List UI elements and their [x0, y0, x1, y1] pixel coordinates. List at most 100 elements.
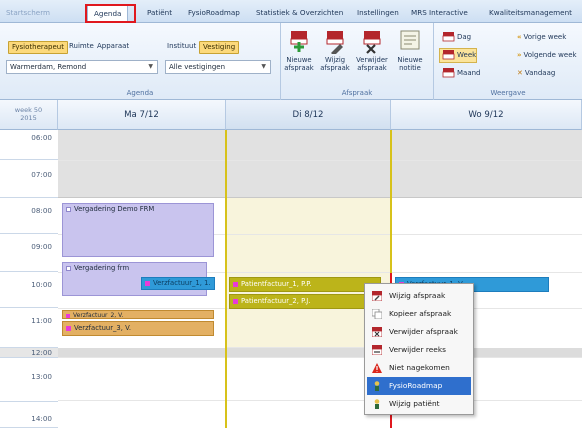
day-header-monday[interactable]: Ma 7/12	[58, 100, 226, 130]
appointment-marker-icon	[145, 280, 150, 286]
delete-appointment-button[interactable]: Verwijder afspraak	[355, 28, 389, 80]
ribbon-group-agenda: Fysiotherapeut Ruimte Apparaat Instituut…	[0, 23, 281, 100]
menu-item-not-attended[interactable]: Niet nagekomen	[367, 359, 471, 377]
menu-item-edit-patient[interactable]: Wijzig patiënt	[367, 395, 471, 413]
tab-kwaliteitsmanagement[interactable]: Kwaliteitsmanagement	[489, 6, 572, 23]
view-month-label: Maand	[457, 69, 481, 77]
menu-item-fysioroadmap[interactable]: FysioRoadmap	[367, 377, 471, 395]
location-select[interactable]: Alle vestigingen ▼	[165, 60, 271, 74]
chevron-down-icon: ▼	[148, 63, 153, 70]
edit-appointment-button[interactable]: Wijzig afspraak	[318, 28, 352, 80]
appointment-title: Verzfactuur_1, 1.	[153, 279, 211, 287]
view-week-label: Week	[457, 51, 477, 59]
menu-item-delete-appointment[interactable]: Verwijder afspraak	[367, 323, 471, 341]
filter-ruimte[interactable]: Ruimte	[69, 42, 94, 50]
appointment[interactable]: Verzfactuur_3, V.	[62, 321, 214, 336]
therapist-select[interactable]: Warmerdam, Remond ▼	[6, 60, 158, 74]
appointment-marker-icon	[66, 265, 71, 271]
ribbon-tab-bar: Startscherm Agenda Patiënt FysioRoadmap …	[0, 0, 582, 23]
day-header-wednesday[interactable]: Wo 9/12	[391, 100, 582, 130]
location-select-value: Alle vestigingen	[169, 63, 226, 71]
menu-item-label: Kopieer afspraak	[389, 309, 452, 318]
appointment-title: Patientfactuur_2, P.J.	[241, 297, 311, 305]
new-note-line1: Nieuwe	[397, 56, 423, 64]
copy-icon	[372, 309, 382, 319]
double-chevron-left-icon: «	[517, 33, 522, 41]
appointment[interactable]: Verzfactuur_1, 1.	[141, 277, 215, 290]
appointment-title: Vergadering Demo FRM	[74, 205, 155, 213]
filter-vestiging-chip[interactable]: Vestiging	[199, 41, 240, 54]
view-week-button[interactable]: Week	[439, 48, 478, 63]
today-button[interactable]: ✕ Vandaag	[514, 66, 556, 81]
tab-statistiek[interactable]: Statistiek & Overzichten	[256, 6, 343, 23]
tab-mrs-interactive[interactable]: MRS Interactive	[411, 6, 468, 23]
menu-item-delete-series[interactable]: Verwijder reeks	[367, 341, 471, 359]
next-week-button[interactable]: » Volgende week	[514, 48, 578, 63]
menu-item-copy-appointment[interactable]: Kopieer afspraak	[367, 305, 471, 323]
tab-instellingen[interactable]: Instellingen	[357, 6, 399, 23]
week-calendar: week 50 2015 Ma 7/12 Di 8/12 Wo 9/12 06:…	[0, 100, 582, 428]
menu-item-label: FysioRoadmap	[389, 381, 443, 390]
time-label: 14:00	[0, 402, 58, 428]
previous-week-label: Vorige week	[523, 33, 567, 41]
filter-apparaat[interactable]: Apparaat	[97, 42, 129, 50]
appointment-marker-icon	[233, 298, 238, 304]
tab-startscherm[interactable]: Startscherm	[6, 6, 50, 23]
ribbon-group-afspraak: Nieuwe afspraak Wijzig afspraak Verwijde…	[281, 23, 434, 100]
appointment[interactable]: Verzfactuur_2, V.	[62, 310, 214, 319]
calendar-month-icon	[442, 68, 455, 78]
appointment[interactable]: Patientfactuur_1, P.P.	[229, 277, 381, 292]
ribbon-group-label-agenda: Agenda	[126, 89, 154, 97]
view-day-label: Dag	[457, 33, 472, 41]
time-label: 09:00	[0, 234, 58, 272]
appointment[interactable]: Patientfactuur_2, P.J.	[229, 294, 381, 309]
week-year-label: 2015	[20, 114, 37, 122]
next-week-label: Volgende week	[523, 51, 577, 59]
filter-instituut[interactable]: Instituut	[167, 42, 196, 50]
tuesday-left-border	[225, 130, 227, 428]
new-appointment-button[interactable]: Nieuwe afspraak	[282, 28, 316, 80]
edit-appointment-line2: afspraak	[320, 64, 350, 72]
tab-patient[interactable]: Patiënt	[147, 6, 172, 23]
highlight-box-agenda-tab	[85, 4, 136, 23]
day-header-tuesday[interactable]: Di 8/12	[226, 100, 391, 130]
new-note-line2: notitie	[399, 64, 421, 72]
time-label: 11:00	[0, 308, 58, 348]
calendar-edit-icon	[372, 291, 382, 301]
ribbon-group-weergave: Dag Week Maand «Vorige week » Volgende we…	[434, 23, 582, 100]
note-icon	[400, 30, 420, 50]
appointment-marker-icon	[66, 325, 71, 331]
menu-item-label: Niet nagekomen	[389, 363, 450, 372]
new-appointment-line1: Nieuwe	[286, 56, 312, 64]
appointment-title: Verzfactuur_2, V.	[73, 312, 124, 319]
time-label: 07:00	[0, 160, 58, 198]
view-day-button[interactable]: Dag	[439, 30, 472, 45]
tab-fysioroadmap[interactable]: FysioRoadmap	[188, 6, 240, 23]
new-note-button[interactable]: Nieuwe notitie	[393, 28, 427, 80]
calendar-add-icon	[290, 31, 308, 52]
appointment-title: Patientfactuur_1, P.P.	[241, 280, 312, 288]
filter-fysiotherapeut-chip[interactable]: Fysiotherapeut	[8, 41, 68, 54]
appointment-marker-icon	[233, 281, 238, 287]
view-month-button[interactable]: Maand	[439, 66, 482, 81]
new-appointment-line2: afspraak	[284, 64, 314, 72]
menu-item-edit-appointment[interactable]: Wijzig afspraak	[367, 287, 471, 305]
calendar-week-icon	[442, 50, 455, 60]
appointment[interactable]: Vergadering Demo FRM	[62, 203, 214, 257]
calendar-day-icon	[442, 32, 455, 42]
week-number-label: week 50	[14, 106, 43, 114]
time-label: 10:00	[0, 272, 58, 308]
previous-week-button[interactable]: «Vorige week	[514, 30, 567, 45]
roadmap-icon	[374, 381, 380, 391]
appointment-title: Vergadering frm	[74, 264, 130, 272]
time-label: 13:00	[0, 358, 58, 402]
time-label: 08:00	[0, 198, 58, 234]
today-icon: ✕	[517, 69, 523, 77]
menu-item-label: Verwijder afspraak	[389, 327, 458, 336]
hour-divider	[58, 400, 582, 401]
appointment-context-menu: Wijzig afspraak Kopieer afspraak Verwijd…	[364, 283, 474, 415]
lunch-break-bar	[58, 348, 582, 358]
menu-item-label: Wijzig afspraak	[389, 291, 446, 300]
week-number: week 50 2015	[0, 100, 58, 130]
menu-item-label: Wijzig patiënt	[389, 399, 440, 408]
